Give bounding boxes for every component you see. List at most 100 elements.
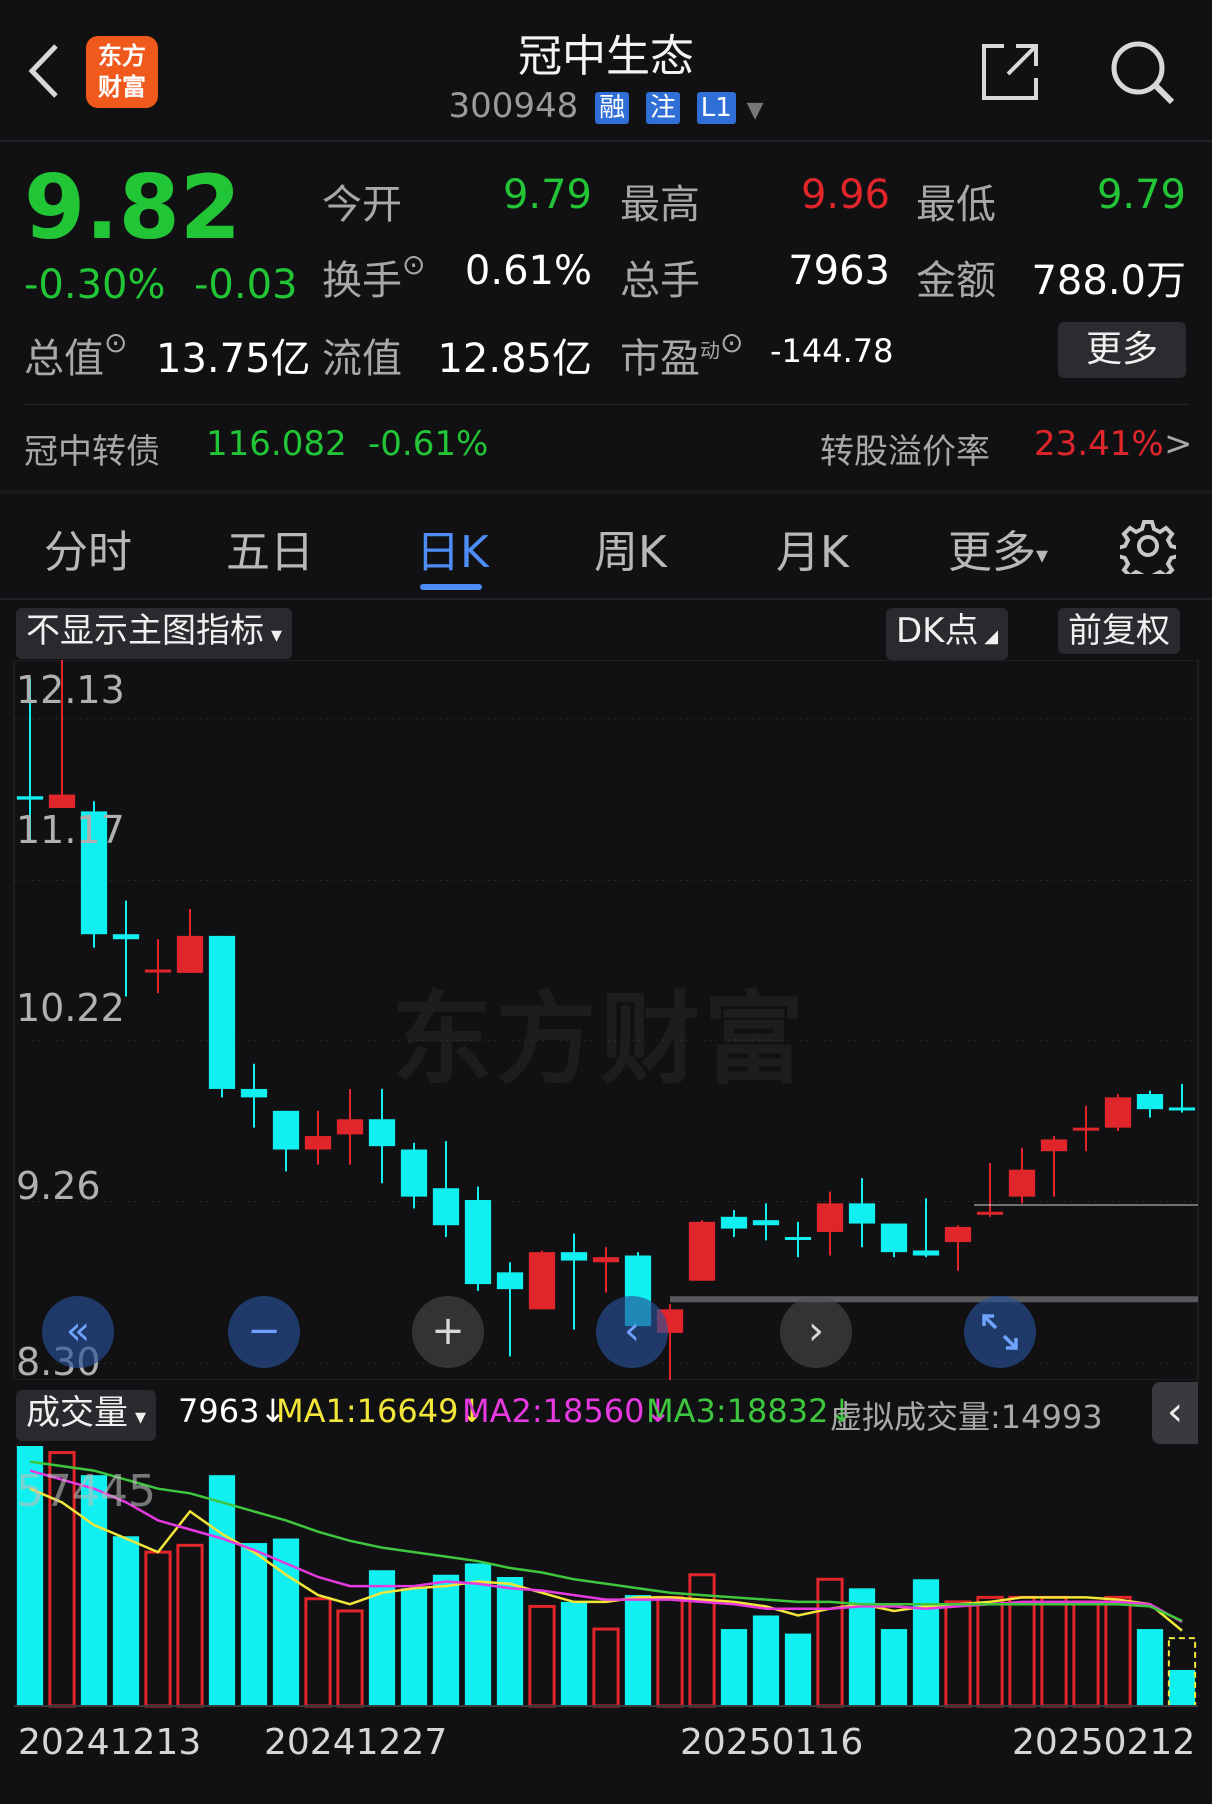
volume-bar bbox=[304, 1597, 332, 1708]
candle-body bbox=[112, 934, 140, 940]
dk-point-button[interactable]: DK点 ◢ bbox=[886, 608, 1009, 660]
volume-bar bbox=[784, 1633, 812, 1706]
volume-bar bbox=[720, 1629, 748, 1706]
dropdown-caret-icon: ▼ bbox=[746, 98, 764, 123]
volume-bar bbox=[336, 1609, 364, 1708]
zoom-in-button[interactable]: + bbox=[412, 1296, 484, 1368]
x-tick-label: 20241227 bbox=[264, 1722, 448, 1763]
open-value: 9.79 bbox=[502, 172, 592, 218]
search-icon[interactable] bbox=[1108, 38, 1176, 106]
candle-body bbox=[720, 1216, 748, 1229]
current-price: 9.82 bbox=[24, 156, 242, 259]
candle-body bbox=[1104, 1097, 1132, 1128]
candle-body bbox=[368, 1119, 396, 1147]
bond-name[interactable]: 冠中转债 bbox=[24, 424, 160, 473]
adjust-button[interactable]: 前复权 bbox=[1058, 608, 1180, 654]
share-icon[interactable] bbox=[978, 40, 1042, 104]
tab-intraday[interactable]: 分时 bbox=[44, 516, 132, 580]
watermark: 东方财富 bbox=[392, 981, 808, 1098]
fullscreen-icon[interactable] bbox=[964, 1296, 1036, 1368]
attention-badge: 注 bbox=[645, 91, 680, 124]
zoom-out-button[interactable]: − bbox=[228, 1296, 300, 1368]
candle-body bbox=[336, 1119, 364, 1135]
ma3-legend: MA3:18832↓ bbox=[646, 1392, 856, 1430]
info-icon[interactable]: ⊙ bbox=[402, 248, 425, 281]
volume-max-label: 57445 bbox=[16, 1466, 156, 1517]
chevron-right-icon[interactable]: > bbox=[1164, 424, 1193, 464]
volume-bar bbox=[560, 1601, 588, 1706]
candle-body bbox=[48, 794, 76, 809]
low-label: 最低 bbox=[916, 182, 996, 228]
x-tick-label: 20250212 bbox=[1012, 1722, 1196, 1763]
more-button[interactable]: 更多 bbox=[1058, 322, 1186, 378]
collapse-panel-button[interactable]: ‹ bbox=[1152, 1382, 1198, 1444]
volume-bar bbox=[592, 1627, 620, 1708]
total-cap-label: 总值⊙ bbox=[24, 326, 128, 382]
candle-body bbox=[880, 1223, 908, 1253]
candle-body bbox=[1040, 1139, 1068, 1152]
volume-bar bbox=[912, 1579, 940, 1706]
volume-chart[interactable] bbox=[0, 1444, 1212, 1708]
candle-body bbox=[1168, 1107, 1196, 1111]
candle-body bbox=[208, 935, 236, 1089]
volume-indicator-select[interactable]: 成交量 ▾ bbox=[16, 1390, 157, 1441]
candle-body bbox=[528, 1252, 556, 1310]
scroll-left-double-icon[interactable]: « bbox=[42, 1296, 114, 1368]
tab-weekly-k[interactable]: 周K bbox=[594, 516, 667, 580]
volume-bar bbox=[1136, 1629, 1164, 1706]
candle-body bbox=[400, 1149, 428, 1197]
low-value: 9.79 bbox=[1096, 172, 1186, 218]
pe-superscript: 动 bbox=[700, 338, 720, 363]
candle-body bbox=[816, 1203, 844, 1232]
open-label: 今开 bbox=[322, 182, 402, 228]
high-value: 9.96 bbox=[800, 172, 890, 218]
turnover-label: 换手⊙ bbox=[322, 248, 426, 304]
candle-body bbox=[496, 1272, 524, 1290]
candle-body bbox=[592, 1257, 620, 1263]
info-icon[interactable]: ⊙ bbox=[104, 326, 127, 359]
volume-bar bbox=[816, 1577, 844, 1708]
ma1-legend: MA1:16649↓ bbox=[276, 1392, 486, 1430]
volume-bar bbox=[400, 1588, 428, 1706]
volume-bar bbox=[1104, 1595, 1132, 1708]
tab-five-day[interactable]: 五日 bbox=[226, 516, 314, 580]
tab-more[interactable]: 更多▾ bbox=[948, 516, 1048, 580]
volume-bar bbox=[208, 1475, 236, 1706]
candle-body bbox=[1072, 1127, 1100, 1131]
volume-value: 7963 bbox=[788, 248, 890, 294]
volume-label: 总手 bbox=[620, 258, 700, 304]
main-indicator-select[interactable]: 不显示主图指标 ▾ bbox=[16, 608, 293, 659]
volume-current: 7963↓ bbox=[178, 1392, 287, 1430]
level-badge: L1 bbox=[696, 91, 736, 124]
caret-down-icon: ▾ bbox=[1036, 541, 1049, 569]
chevron-left-icon[interactable]: ‹ bbox=[596, 1296, 668, 1368]
virtual-volume: 虚拟成交量:14993 bbox=[830, 1398, 1103, 1436]
y-tick-label: 9.26 bbox=[16, 1164, 101, 1208]
volume-bar bbox=[432, 1574, 460, 1706]
candle-body bbox=[16, 796, 44, 800]
candle-body bbox=[784, 1237, 812, 1241]
float-cap-label: 流值 bbox=[322, 336, 402, 382]
caret-down-icon: ▾ bbox=[128, 1405, 147, 1430]
info-icon[interactable]: ⊙ bbox=[720, 326, 743, 359]
volume-bar bbox=[176, 1543, 204, 1708]
volume-bar bbox=[976, 1595, 1004, 1708]
volume-bar bbox=[1008, 1595, 1036, 1708]
candle-body bbox=[912, 1250, 940, 1256]
volume-bar bbox=[528, 1604, 556, 1708]
volume-bar bbox=[112, 1536, 140, 1706]
candle-body bbox=[688, 1221, 716, 1281]
candle-body bbox=[464, 1200, 492, 1285]
volume-bar bbox=[624, 1595, 652, 1706]
margin-badge: 融 bbox=[595, 91, 630, 124]
candle-body bbox=[176, 935, 204, 973]
candle-body bbox=[304, 1136, 332, 1150]
chevron-right-icon[interactable]: › bbox=[780, 1296, 852, 1368]
tab-daily-k[interactable]: 日K bbox=[416, 516, 489, 580]
volume-bar bbox=[656, 1595, 684, 1708]
gear-icon[interactable] bbox=[1116, 518, 1180, 584]
volume-bar bbox=[496, 1577, 524, 1706]
candle-body bbox=[560, 1252, 588, 1261]
tab-monthly-k[interactable]: 月K bbox=[776, 516, 849, 580]
candle-body bbox=[944, 1226, 972, 1243]
